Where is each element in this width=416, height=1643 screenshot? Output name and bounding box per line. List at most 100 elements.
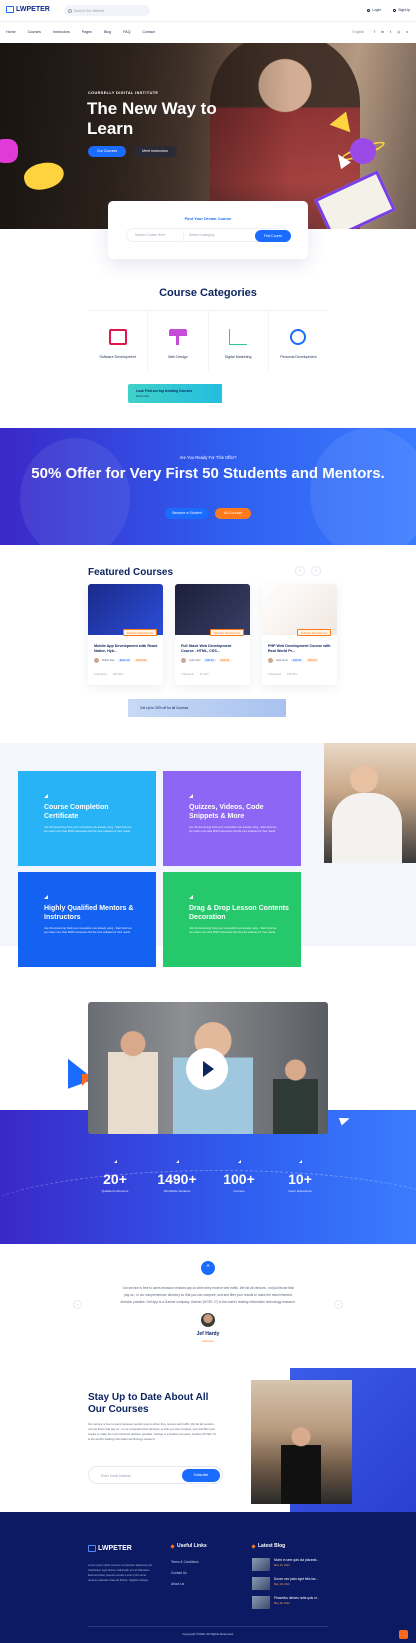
graduate-photo (251, 1380, 352, 1504)
main-nav: Home Courses Instructors Pages Blog FAQ … (0, 22, 416, 43)
blog-title[interactable]: Morbi in sem quis dui placerat... (274, 1558, 324, 1563)
promo-video[interactable] (88, 1002, 328, 1134)
course-old-price: $35.00 (306, 659, 319, 662)
feature-card: Quizzes, Videos, Code Snippets & More Us… (163, 771, 301, 866)
category-web-design[interactable]: Web Design (148, 311, 209, 370)
footer-links: Terms & Conditions Contact Us About Us (171, 1560, 199, 1586)
bar-chart-icon (229, 329, 248, 345)
testimonial-name: Jef Hardy (196, 1331, 220, 1337)
course-title[interactable]: Mobile App Development with React Native… (94, 644, 158, 654)
course-students: 2 Students (268, 673, 281, 676)
prev-arrow-icon[interactable]: ‹ (73, 1300, 82, 1309)
course-students: 6 Students (94, 673, 107, 676)
footer-about: Lorem ipsum dolor sit amet consectetur a… (88, 1564, 153, 1582)
course-card[interactable]: Software Development Full Stack Web Deve… (175, 584, 250, 685)
course-search-input[interactable]: Search Course Here (135, 233, 165, 237)
course-title[interactable]: Full Stack Web Development Course - HTML… (181, 644, 245, 654)
next-arrow-icon[interactable]: › (334, 1300, 343, 1309)
blog-item[interactable]: Phasellus ultrices nulla quis ni... May 1… (252, 1596, 324, 1609)
course-title[interactable]: PHP Web Development Course with Real Wor… (268, 644, 332, 654)
find-course-title: Find Your Dream Course (184, 216, 232, 221)
find-course-form: Search Course Here Select a category Fin… (126, 228, 291, 242)
logo-text: LWPETER (16, 6, 50, 13)
logo-text: LWPETER (98, 1545, 132, 1552)
course-card[interactable]: Software Development Mobile App Developm… (88, 584, 163, 685)
blog-title[interactable]: Phasellus ultrices nulla quis ni... (274, 1596, 324, 1601)
page: LWPETER Search Our Website Login SignUp … (0, 0, 416, 1643)
play-button-icon[interactable] (186, 1048, 228, 1090)
instagram-icon[interactable]: ◎ (397, 30, 400, 34)
course-footer: 6 Students 20h 40m (94, 673, 123, 676)
banner-link[interactable]: Know more (136, 395, 149, 398)
stat-value: 1490+ (157, 1171, 197, 1187)
prev-arrow-icon[interactable]: ‹ (295, 566, 305, 576)
course-duration: 15h 18m (286, 673, 298, 676)
our-courses-button[interactable]: Our Courses (88, 146, 126, 157)
linkedin-icon[interactable]: in (381, 30, 384, 34)
feature-card: Highly Qualified Mentors & Instructors U… (18, 872, 156, 967)
feature-title: Course Completion Certificate (44, 804, 109, 820)
next-arrow-icon[interactable]: › (311, 566, 321, 576)
nav-item-home[interactable]: Home (6, 30, 16, 34)
feature-icon (44, 794, 48, 798)
nav-item-blog[interactable]: Blog (104, 30, 111, 34)
category-personal-development[interactable]: Personal Development (269, 311, 328, 370)
auth-links: Login SignUp (367, 8, 410, 12)
avatar (268, 658, 273, 663)
footer-link[interactable]: Terms & Conditions (171, 1560, 199, 1564)
offer-title: 50% Offer for Very First 50 Students and… (31, 465, 385, 482)
category-software-development[interactable]: Software Development (88, 311, 149, 370)
nav-item-pages[interactable]: Pages (82, 30, 92, 34)
twitter-icon[interactable]: t (390, 30, 391, 34)
footer-link[interactable]: About Us (171, 1582, 199, 1586)
feature-text: Use this E-learning Tools your competito… (44, 927, 132, 934)
become-student-button[interactable]: Become a Student (165, 508, 209, 519)
nav-item-faq[interactable]: FAQ (123, 30, 130, 34)
footer-link[interactable]: Contact Us (171, 1571, 199, 1575)
carousel-controls: ‹ › (295, 566, 321, 576)
category-label: Web Design (168, 355, 188, 359)
course-author: Robin Alex (102, 659, 115, 662)
find-course-card: Find Your Dream Course Search Course Her… (108, 201, 308, 259)
all-courses-button[interactable]: All Courses (215, 508, 251, 519)
logo[interactable]: LWPETER (6, 6, 50, 13)
course-tag: Software Development (122, 629, 157, 636)
email-field[interactable]: Enter Email Address (101, 1474, 131, 1478)
meet-instructors-button[interactable]: Meet Instructors (133, 146, 177, 157)
search-input[interactable]: Search Our Website (64, 5, 150, 16)
signup-link[interactable]: SignUp (393, 8, 410, 12)
course-carousel: Software Development Mobile App Developm… (88, 584, 337, 685)
featured-courses-title: Featured Courses (88, 567, 174, 578)
feature-text: Use this E-learning Tools your competito… (189, 927, 277, 934)
course-duration: 3h 12m (199, 673, 209, 676)
login-link[interactable]: Login (367, 8, 381, 12)
scroll-to-top-button[interactable] (399, 1630, 408, 1639)
student-photo (324, 743, 416, 863)
vimeo-icon[interactable]: v (406, 30, 408, 34)
nav-item-contact[interactable]: Contact (142, 30, 154, 34)
category-select[interactable]: Select a category (189, 233, 214, 237)
user-plus-icon (393, 8, 397, 12)
blog-item[interactable]: Donec nec justo eget felis fac... May 18,… (252, 1577, 324, 1590)
stat-label: Courses (233, 1189, 245, 1193)
trending-courses-banner[interactable]: Look Find our top trending Courses Know … (128, 384, 284, 403)
category-digital-marketing[interactable]: Digital Marketing (209, 311, 269, 370)
blog-title[interactable]: Donec nec justo eget felis fac... (274, 1577, 324, 1582)
stat-value: 10+ (288, 1171, 312, 1187)
testimonial-section: “ ‹ › Our service is free to users becau… (0, 1244, 416, 1362)
subscribe-button[interactable]: Subscribe (182, 1469, 220, 1482)
course-old-price: $125.00 (134, 659, 149, 662)
find-course-button[interactable]: Find Course (255, 230, 291, 242)
testimonial-text: Our service is free to users because ven… (120, 1286, 296, 1304)
nav-item-instructors[interactable]: Instructors (53, 30, 70, 34)
facebook-icon[interactable]: f (374, 30, 375, 34)
stat-label: Worldwide Students (163, 1189, 191, 1193)
footer-logo[interactable]: LWPETER (88, 1545, 132, 1552)
category-label: Software Development (99, 355, 136, 359)
course-card[interactable]: Software Development PHP Web Development… (262, 584, 337, 685)
nav-item-courses[interactable]: Courses (28, 30, 41, 34)
paint-roller-icon (168, 329, 187, 345)
language-select[interactable]: English (352, 30, 364, 34)
blog-item[interactable]: Morbi in sem quis dui placerat... May 18,… (252, 1558, 324, 1571)
discount-banner[interactable]: Get Up to 30% off for all Courses (128, 699, 286, 717)
